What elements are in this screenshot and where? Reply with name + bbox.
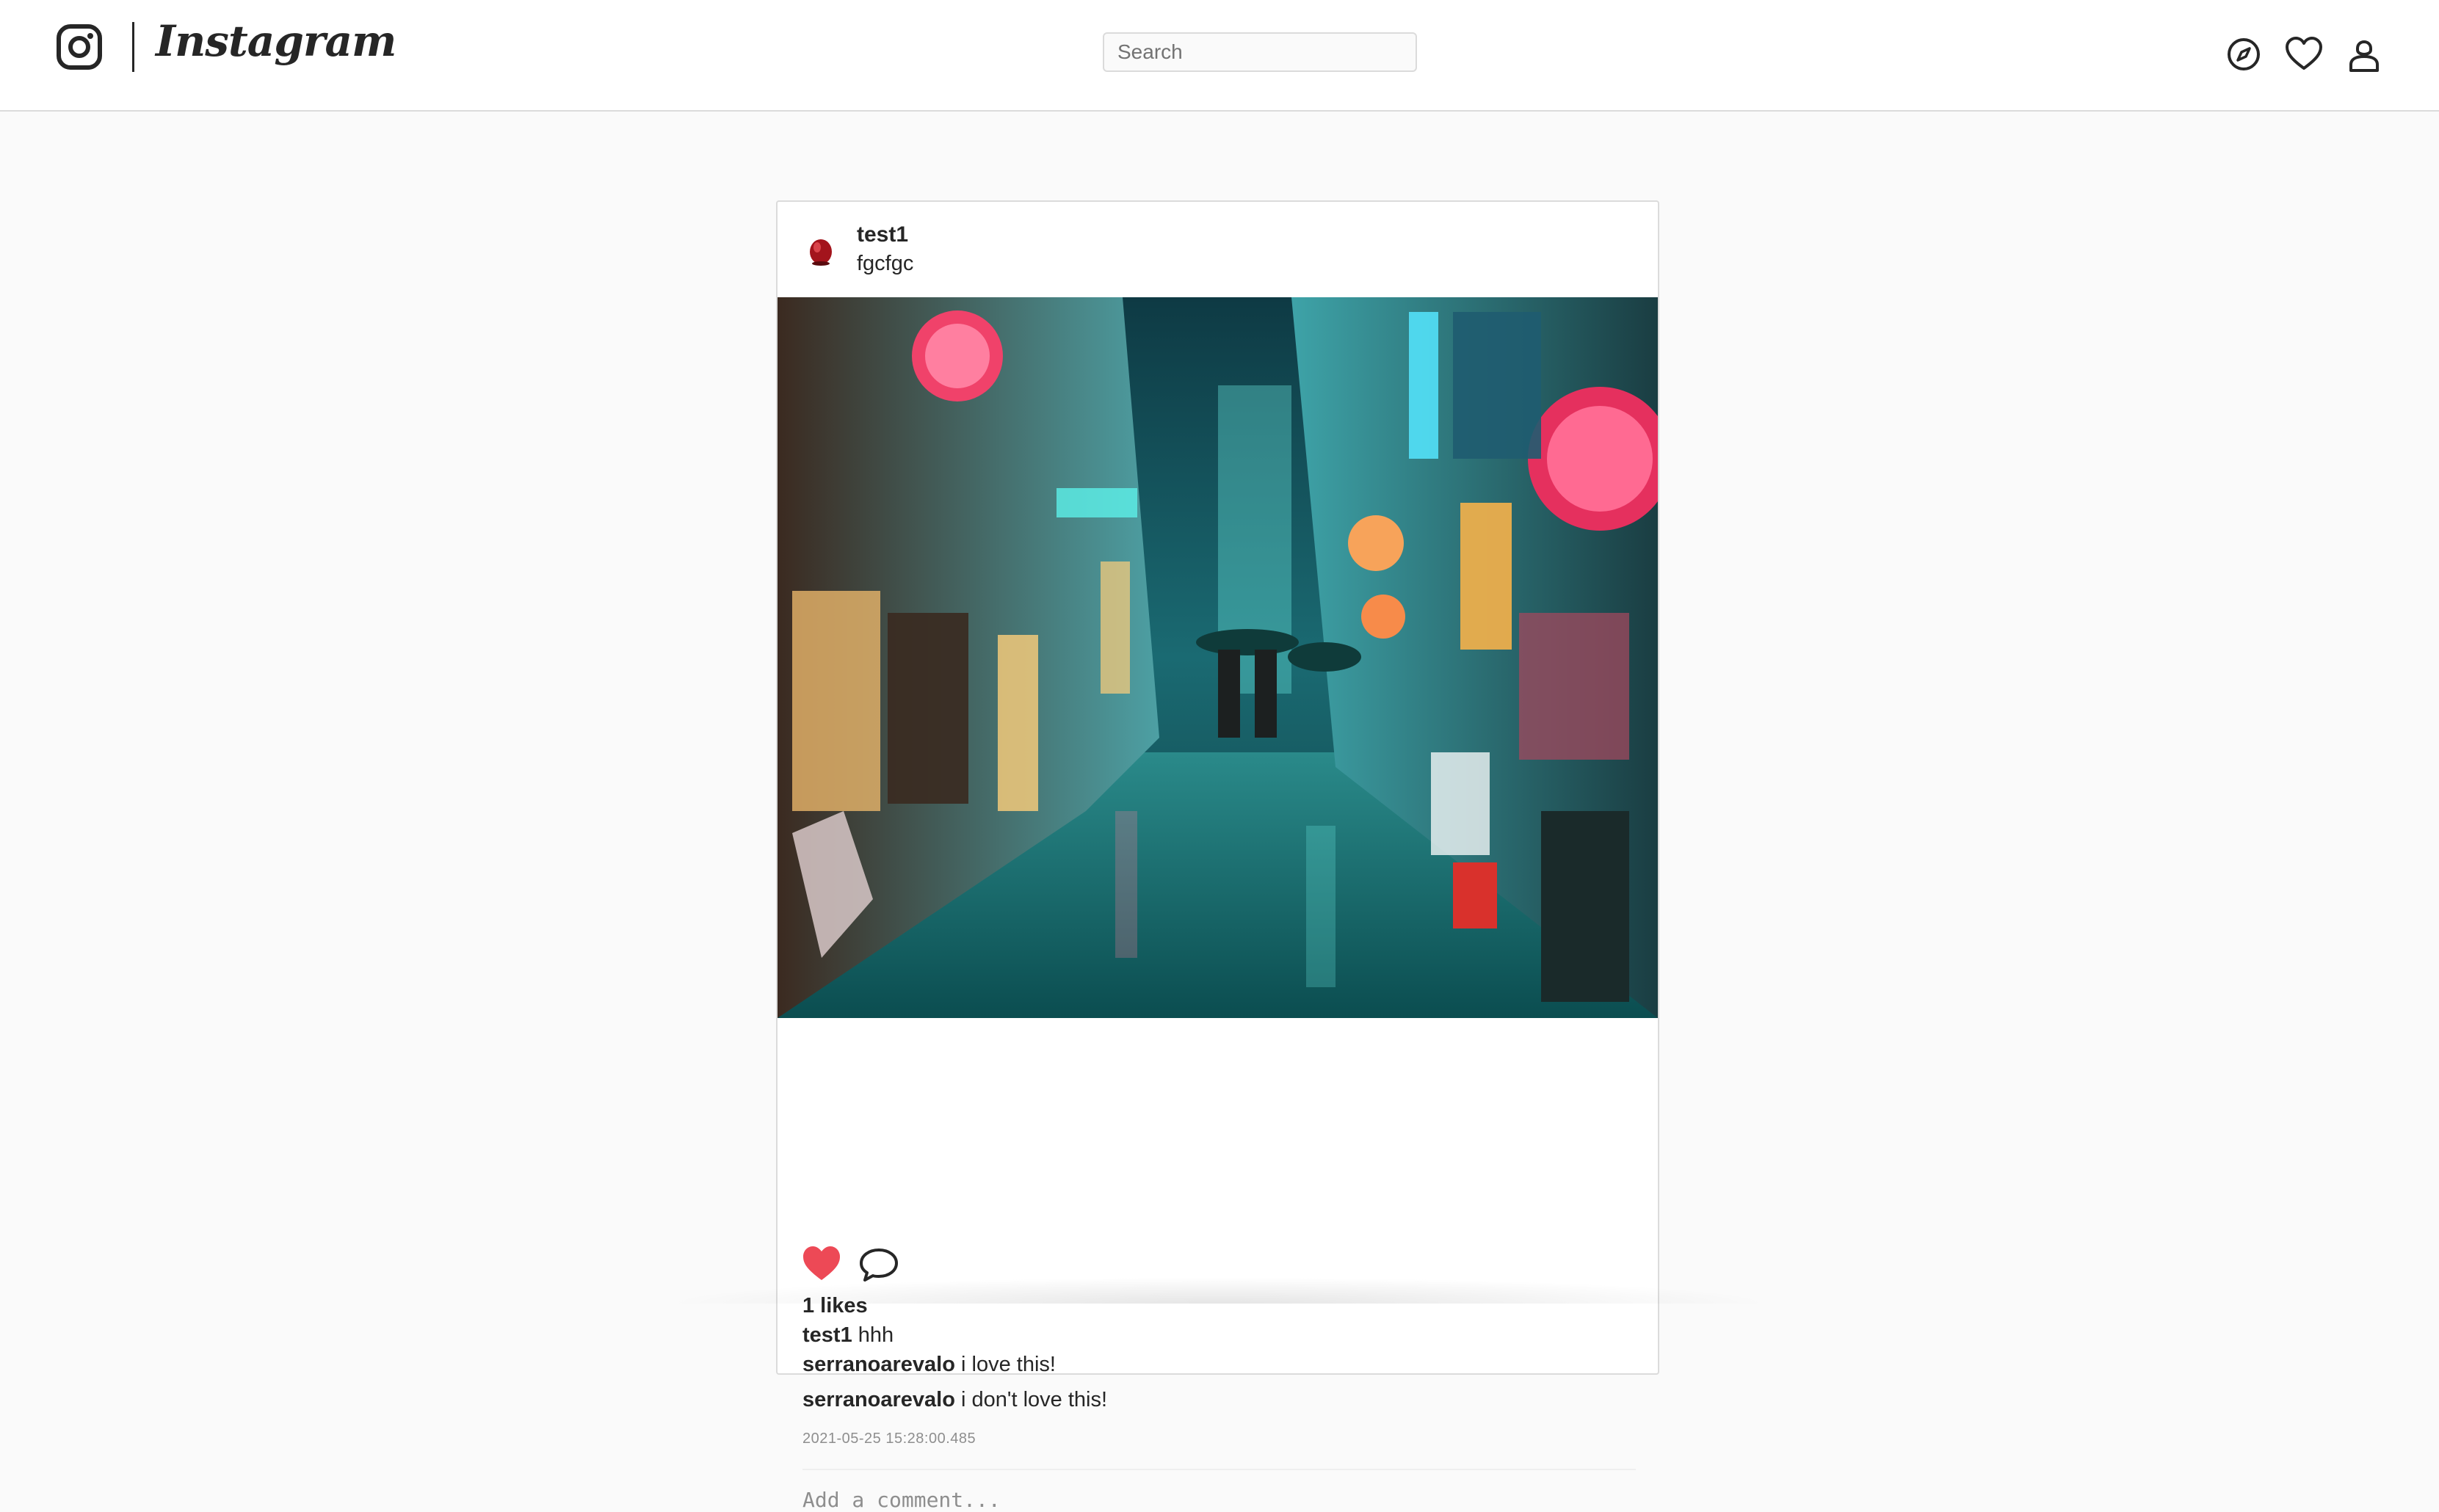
- caption: test1 hhh: [802, 1323, 894, 1348]
- comment-username[interactable]: serranoarevalo: [802, 1388, 955, 1411]
- post-username[interactable]: test1: [857, 222, 908, 247]
- post-photo[interactable]: [778, 297, 1658, 1018]
- like-heart-icon[interactable]: [801, 1244, 842, 1282]
- top-navbar: Instagram: [0, 0, 2439, 112]
- comment-divider: [802, 1469, 1636, 1470]
- post-card: test1 fgcfgc 1 likes test1 hhh serranoar…: [776, 200, 1659, 1512]
- post-timestamp: 2021-05-25 15:28:00.485: [802, 1431, 976, 1447]
- profile-icon[interactable]: [2344, 34, 2385, 75]
- comment-item: serranoarevalo i love this!: [802, 1353, 1056, 1377]
- caption-username[interactable]: test1: [802, 1323, 852, 1347]
- search-input[interactable]: [1103, 32, 1417, 72]
- caption-text: hhh: [858, 1323, 894, 1347]
- add-comment-input[interactable]: [802, 1488, 1537, 1512]
- comment-text: i love this!: [961, 1353, 1056, 1376]
- comment-icon[interactable]: [858, 1246, 899, 1284]
- instagram-wordmark[interactable]: Instagram: [156, 16, 396, 66]
- post-location[interactable]: fgcfgc: [857, 252, 913, 276]
- comment-text: i don't love this!: [961, 1388, 1108, 1411]
- logo-divider: [132, 22, 134, 72]
- instagram-camera-icon[interactable]: [56, 23, 103, 70]
- post-header: test1 fgcfgc: [778, 202, 1658, 297]
- heart-icon[interactable]: [2283, 34, 2324, 75]
- compass-icon[interactable]: [2223, 34, 2264, 75]
- comment-username[interactable]: serranoarevalo: [802, 1353, 955, 1376]
- avatar[interactable]: [802, 231, 839, 268]
- likes-count: 1 likes: [802, 1294, 868, 1317]
- comment-item: serranoarevalo i don't love this!: [802, 1388, 1107, 1412]
